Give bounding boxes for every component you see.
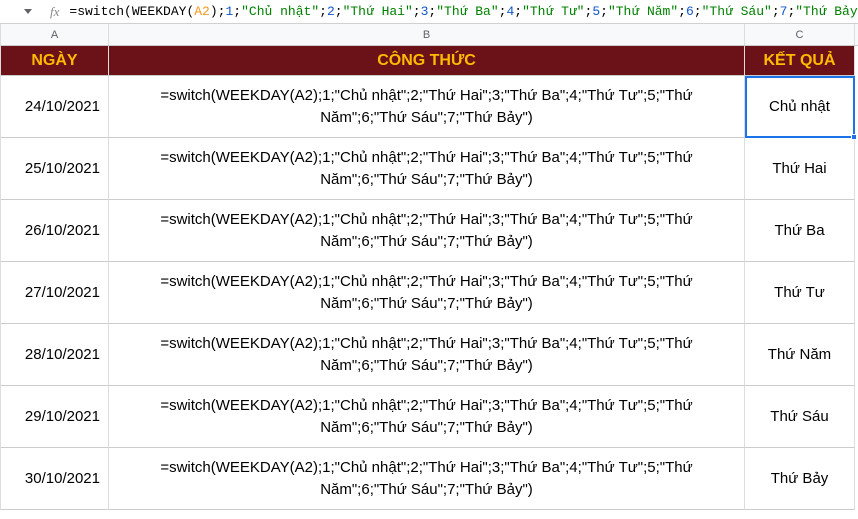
formula-token: ;	[428, 4, 436, 19]
cell-date[interactable]: 27/10/2021	[1, 262, 109, 324]
cell-formula[interactable]: =switch(WEEKDAY(A2);1;"Chủ nhật";2;"Thứ …	[109, 200, 745, 262]
column-headers: A B C	[0, 24, 858, 46]
formula-token: switch	[77, 4, 124, 19]
formula-bar[interactable]: fx =switch(WEEKDAY(A2);1;"Chủ nhật";2;"T…	[0, 0, 858, 24]
table-header-date[interactable]: NGÀY	[1, 46, 109, 76]
table-header-formula[interactable]: CÔNG THỨC	[109, 46, 745, 76]
formula-token: 7	[780, 4, 788, 19]
formula-token: 6	[686, 4, 694, 19]
formula-token: 1	[225, 4, 233, 19]
cell-formula[interactable]: =switch(WEEKDAY(A2);1;"Chủ nhật";2;"Thứ …	[109, 138, 745, 200]
formula-token: (	[186, 4, 194, 19]
spreadsheet-grid[interactable]: NGÀY CÔNG THỨC KẾT QUẢ 24/10/2021=switch…	[0, 46, 858, 510]
cell-formula[interactable]: =switch(WEEKDAY(A2);1;"Chủ nhật";2;"Thứ …	[109, 262, 745, 324]
cell-result[interactable]: Thứ Sáu	[745, 386, 855, 448]
cell-result[interactable]: Thứ Năm	[745, 324, 855, 386]
formula-token: )	[210, 4, 218, 19]
cell-date[interactable]: 24/10/2021	[1, 76, 109, 138]
formula-token: "Chủ nhật"	[241, 4, 319, 19]
table-header-result[interactable]: KẾT QUẢ	[745, 46, 855, 76]
formula-token: 3	[421, 4, 429, 19]
formula-token: "Thứ Hai"	[343, 4, 413, 19]
name-box-dropdown-icon[interactable]	[24, 7, 32, 17]
formula-token: WEEKDAY	[132, 4, 187, 19]
cell-formula[interactable]: =switch(WEEKDAY(A2);1;"Chủ nhật";2;"Thứ …	[109, 386, 745, 448]
formula-token: "Thứ Bảy"	[795, 4, 858, 19]
formula-token: ;	[694, 4, 702, 19]
cell-result[interactable]: Thứ Bảy	[745, 448, 855, 510]
cell-date[interactable]: 30/10/2021	[1, 448, 109, 510]
formula-token: "Thứ Sáu"	[702, 4, 772, 19]
column-header-a[interactable]: A	[1, 24, 109, 45]
formula-token: ;	[499, 4, 507, 19]
formula-token: ;	[413, 4, 421, 19]
formula-token: (	[124, 4, 132, 19]
cell-formula[interactable]: =switch(WEEKDAY(A2);1;"Chủ nhật";2;"Thứ …	[109, 448, 745, 510]
formula-token: 2	[327, 4, 335, 19]
formula-token: ;	[585, 4, 593, 19]
formula-token: "Thứ Tư"	[522, 4, 584, 19]
formula-token: 4	[506, 4, 514, 19]
formula-token: ;	[678, 4, 686, 19]
formula-token: ;	[335, 4, 343, 19]
selection-handle[interactable]	[851, 134, 857, 140]
formula-token: A2	[194, 4, 210, 19]
cell-date[interactable]: 28/10/2021	[1, 324, 109, 386]
cell-date[interactable]: 25/10/2021	[1, 138, 109, 200]
formula-token: 5	[592, 4, 600, 19]
fx-label: fx	[50, 4, 59, 20]
formula-token: ;	[233, 4, 241, 19]
formula-token: ;	[600, 4, 608, 19]
formula-token: ;	[514, 4, 522, 19]
cell-date[interactable]: 26/10/2021	[1, 200, 109, 262]
formula-token: "Thứ Năm"	[608, 4, 678, 19]
formula-token: "Thứ Ba"	[436, 4, 498, 19]
formula-input[interactable]: =switch(WEEKDAY(A2);1;"Chủ nhật";2;"Thứ …	[69, 4, 858, 19]
column-header-c[interactable]: C	[745, 24, 855, 45]
cell-date[interactable]: 29/10/2021	[1, 386, 109, 448]
cell-result[interactable]: Thứ Tư	[745, 262, 855, 324]
cell-result[interactable]: Thứ Ba	[745, 200, 855, 262]
formula-token: ;	[218, 4, 226, 19]
cell-result[interactable]: Chủ nhật	[745, 76, 855, 138]
cell-formula[interactable]: =switch(WEEKDAY(A2);1;"Chủ nhật";2;"Thứ …	[109, 324, 745, 386]
column-header-b[interactable]: B	[109, 24, 745, 45]
formula-token: ;	[319, 4, 327, 19]
formula-token: ;	[787, 4, 795, 19]
formula-token: =	[69, 4, 77, 19]
formula-token: ;	[772, 4, 780, 19]
cell-formula[interactable]: =switch(WEEKDAY(A2);1;"Chủ nhật";2;"Thứ …	[109, 76, 745, 138]
cell-result[interactable]: Thứ Hai	[745, 138, 855, 200]
